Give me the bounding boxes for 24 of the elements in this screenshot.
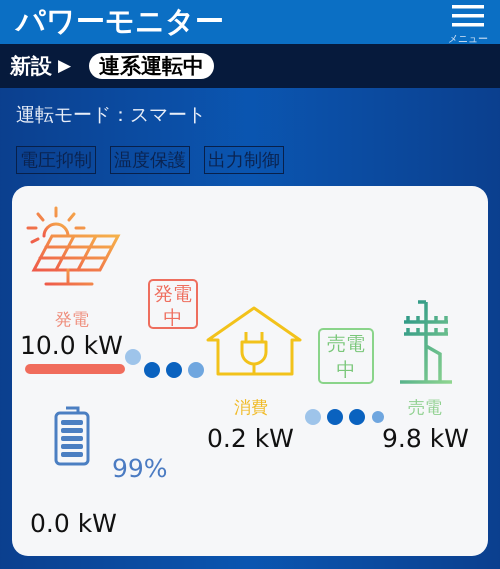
selling-label: 売電 <box>408 397 442 419</box>
state-badge: 連系運転中 <box>89 53 214 79</box>
arrow-glyph: ▶ <box>58 56 72 76</box>
status-flag: 出力制御 <box>204 146 284 174</box>
utility-pole-icon <box>398 300 454 384</box>
consumption-value: 0.2 kW <box>207 424 294 453</box>
consumption-label: 消費 <box>234 397 268 419</box>
house-plug-icon <box>206 306 302 376</box>
battery-percent: 99% <box>112 454 168 483</box>
battery-icon <box>54 406 90 466</box>
menu-button[interactable]: メニュー <box>448 4 488 46</box>
generating-badge: 発電中 <box>148 279 198 329</box>
selling-value: 9.8 kW <box>382 424 469 453</box>
status-flag: 温度保護 <box>110 146 190 174</box>
install-label: 新設 <box>10 53 52 80</box>
app-title: パワーモニター <box>16 3 224 40</box>
generation-value: 10.0 kW <box>20 331 123 360</box>
mode-text: 運転モード：スマート <box>16 103 207 128</box>
battery-value: 0.0 kW <box>30 509 117 538</box>
menu-icon <box>452 4 484 28</box>
status-flag: 電圧抑制 <box>16 146 96 174</box>
selling-badge: 売電中 <box>318 328 374 384</box>
generation-label: 発電 <box>55 309 89 331</box>
flow-dot <box>124 348 142 366</box>
